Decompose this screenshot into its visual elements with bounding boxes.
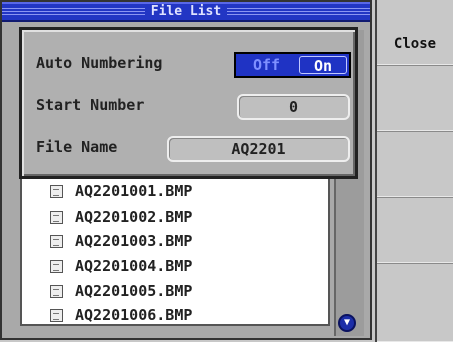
file-name-field[interactable]: AQ2201 [167, 136, 350, 162]
file-icon [50, 210, 63, 224]
soft-key-5[interactable] [377, 264, 453, 342]
file-icon [50, 184, 63, 198]
soft-key-4[interactable] [377, 198, 453, 264]
file-icon [50, 234, 63, 248]
list-item[interactable]: AQ2201006.BMP [50, 304, 192, 326]
list-item[interactable]: AQ2201004.BMP [50, 255, 192, 277]
file-icon [50, 308, 63, 322]
soft-key-menu: Close [375, 0, 453, 342]
auto-numbering-label: Auto Numbering [36, 54, 163, 72]
file-name: AQ2201002.BMP [75, 208, 193, 226]
soft-key-3[interactable] [377, 132, 453, 198]
list-item[interactable]: AQ2201003.BMP [50, 230, 192, 252]
soft-key-2[interactable] [377, 66, 453, 132]
close-button[interactable]: Close [377, 0, 453, 66]
scroll-down-arrow-icon[interactable]: ▼ [338, 314, 356, 332]
list-item[interactable]: AQ2201002.BMP [50, 206, 192, 228]
file-icon [50, 259, 63, 273]
file-name: AQ2201006.BMP [75, 306, 193, 324]
file-name-label: File Name [36, 138, 118, 156]
toggle-on-option[interactable]: On [299, 56, 347, 75]
file-name: AQ2201001.BMP [75, 182, 193, 200]
start-number-field[interactable]: 0 [237, 94, 350, 120]
file-name: AQ2201005.BMP [75, 282, 193, 300]
start-number-label: Start Number [36, 96, 145, 114]
save-settings-dialog: Auto Numbering Off On Start Number 0 Fil… [19, 27, 358, 179]
list-item[interactable]: AQ2201005.BMP [50, 280, 192, 302]
auto-numbering-toggle[interactable]: Off On [234, 52, 351, 78]
close-label: Close [393, 36, 437, 52]
window-title-bar: File List [2, 2, 370, 22]
list-item[interactable]: AQ2201001.BMP [50, 180, 192, 202]
file-name: AQ2201004.BMP [75, 257, 193, 275]
file-icon [50, 284, 63, 298]
toggle-off-option[interactable]: Off [236, 54, 297, 76]
file-name: AQ2201003.BMP [75, 232, 193, 250]
window-title: File List [144, 4, 228, 19]
